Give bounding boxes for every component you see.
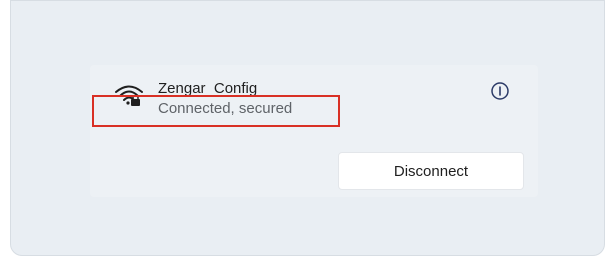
- info-icon[interactable]: [490, 81, 510, 101]
- disconnect-button[interactable]: Disconnect: [338, 152, 524, 190]
- status-highlight-box: [92, 95, 340, 127]
- screen: Zengar_Config Connected, secured Disconn…: [0, 0, 607, 258]
